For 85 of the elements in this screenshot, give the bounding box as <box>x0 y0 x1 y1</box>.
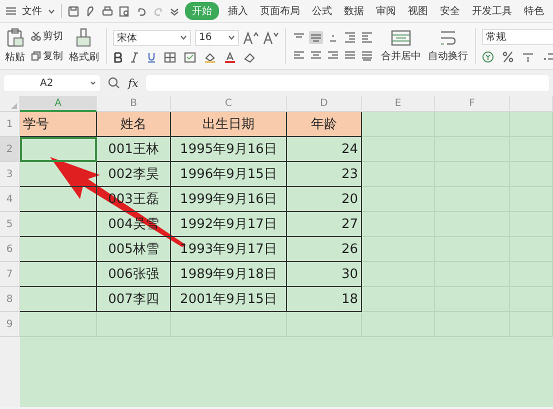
fill-icon[interactable] <box>184 52 196 62</box>
copy-button[interactable]: 复制 <box>31 49 63 63</box>
menu-tab[interactable]: 插入 <box>225 2 251 20</box>
bold-icon[interactable] <box>113 52 122 62</box>
caret-icon[interactable] <box>228 35 235 40</box>
font-color-icon[interactable] <box>224 52 236 62</box>
decrease-font-icon[interactable] <box>263 30 279 44</box>
table-cell: 30 <box>287 262 362 287</box>
selected-cell[interactable] <box>20 137 97 162</box>
clipboard-icon[interactable] <box>6 28 24 48</box>
paste-button[interactable]: 粘贴 <box>4 26 26 66</box>
format-painter-button[interactable]: 格式刷 <box>68 26 100 66</box>
table-cell: 23 <box>287 162 362 187</box>
name-box[interactable]: A2 <box>4 75 100 91</box>
table-cell: 20 <box>287 187 362 212</box>
menu-icon[interactable] <box>6 6 16 16</box>
table-cell: 18 <box>287 287 362 312</box>
table-cell: 006张强 <box>97 262 171 287</box>
middle-align-icon[interactable] <box>309 30 323 44</box>
table-cell: 出生日期 <box>171 112 287 137</box>
center-align-icon[interactable] <box>309 48 323 62</box>
table-cell: 26 <box>287 237 362 262</box>
empty-cell <box>510 112 553 137</box>
brush-icon[interactable] <box>75 28 93 48</box>
justify-icon[interactable] <box>343 48 357 62</box>
left-align-icon[interactable] <box>292 48 306 62</box>
table-cell: 1992年9月17日 <box>171 212 287 237</box>
distribute-icon[interactable] <box>360 48 374 62</box>
table-cell: 27 <box>287 212 362 237</box>
menu-tab[interactable]: 视图 <box>405 2 431 20</box>
wrap-icon[interactable] <box>438 29 458 47</box>
bucket-icon[interactable] <box>204 52 216 62</box>
caret-icon[interactable] <box>90 81 96 85</box>
save-icon[interactable] <box>68 6 79 16</box>
indent-icon[interactable] <box>343 30 357 44</box>
table-cell: 学号 <box>20 112 97 137</box>
wrap-text-button[interactable]: 自动换行 <box>427 27 469 65</box>
print-icon[interactable] <box>102 6 113 16</box>
border-icon[interactable] <box>164 52 176 62</box>
brush-icon[interactable] <box>85 6 96 16</box>
font-dropdown[interactable]: 宋体 <box>113 30 191 46</box>
file-menu[interactable]: 文件 <box>22 4 42 18</box>
decimal-icon[interactable] <box>542 51 553 63</box>
table-cell: 002李昊 <box>97 162 171 187</box>
function-button[interactable]: fx <box>128 76 138 90</box>
caret-icon[interactable] <box>180 35 187 40</box>
eraser-icon[interactable] <box>244 52 256 62</box>
more-icon[interactable] <box>170 6 179 16</box>
outdent-icon[interactable] <box>360 30 374 44</box>
table-cell: 24 <box>287 137 362 162</box>
table-cell: 005林雪 <box>97 237 171 262</box>
currency-icon[interactable] <box>482 51 494 63</box>
menu-tab[interactable]: 特色 <box>521 2 547 20</box>
menu-tab[interactable]: 公式 <box>309 2 335 20</box>
scissors-icon[interactable] <box>31 31 41 41</box>
menu-tab[interactable]: 开发工具 <box>469 2 515 20</box>
menu-tab[interactable]: 数据 <box>341 2 367 20</box>
cut-button[interactable]: 剪切 <box>31 29 63 43</box>
zoom-icon[interactable] <box>108 77 120 89</box>
table-cell: 年龄 <box>287 112 362 137</box>
font-size-dropdown[interactable]: 16 <box>195 30 239 46</box>
menu-tab[interactable]: 页面布局 <box>257 2 303 20</box>
thousands-icon[interactable] <box>522 51 534 63</box>
undo-icon[interactable] <box>136 6 147 16</box>
menu-tab[interactable]: 审阅 <box>373 2 399 20</box>
underline-icon[interactable] <box>147 52 156 62</box>
italic-icon[interactable] <box>130 52 139 62</box>
table-cell: 1999年9月16日 <box>171 187 287 212</box>
copy-icon[interactable] <box>31 51 41 61</box>
preview-icon[interactable] <box>119 6 130 16</box>
table-cell: 1996年9月15日 <box>171 162 287 187</box>
table-cell: 1995年9月16日 <box>171 137 287 162</box>
merge-center-button[interactable]: 合并居中 <box>380 27 422 65</box>
increase-font-icon[interactable] <box>243 30 259 44</box>
table-cell: 姓名 <box>97 112 171 137</box>
right-align-icon[interactable] <box>326 48 340 62</box>
merge-icon[interactable] <box>391 29 411 47</box>
number-format-dropdown[interactable]: 常规 <box>482 29 553 45</box>
caret-icon[interactable] <box>48 8 55 14</box>
percent-icon[interactable] <box>502 51 514 63</box>
table-cell: 1989年9月18日 <box>171 262 287 287</box>
table-cell: 007李四 <box>97 287 171 312</box>
table-cell: 2001年9月15日 <box>171 287 287 312</box>
menu-tab[interactable]: 安全 <box>437 2 463 20</box>
table-cell: 001王林 <box>97 137 171 162</box>
